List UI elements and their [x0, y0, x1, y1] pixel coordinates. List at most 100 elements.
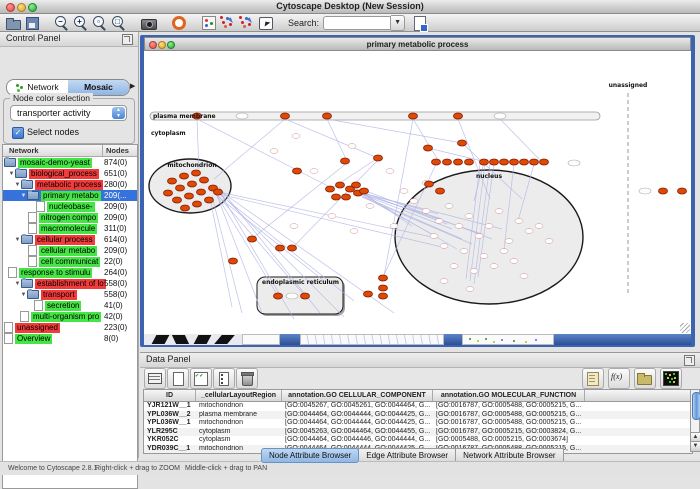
graph-node[interactable] — [678, 188, 687, 194]
save-icon[interactable] — [23, 15, 42, 31]
network-canvas[interactable]: plasma membranecytoplasmmitochondrionnuc… — [144, 51, 691, 334]
background-windows-strip[interactable] — [144, 334, 691, 345]
graph-node[interactable] — [360, 188, 369, 194]
tree-row[interactable]: ▼establishment of lo558(0) — [3, 278, 137, 289]
graph-node[interactable] — [181, 205, 190, 211]
table-row[interactable]: YPL036W__2plasma membrane[GO:0044464, GO… — [144, 411, 692, 420]
dropdown-stepper-icon[interactable]: ▲▼ — [112, 107, 125, 119]
graph-node[interactable] — [188, 181, 197, 187]
tree-row[interactable]: macromolecule311(0) — [3, 223, 137, 234]
tree-row[interactable]: ▼primary metabo209(... — [3, 190, 137, 201]
graph-node[interactable] — [425, 181, 434, 187]
zoom-out-icon[interactable] — [53, 15, 72, 31]
column-header[interactable]: _cellularLayoutRegion — [196, 390, 282, 401]
tree-row[interactable]: cellular metabo209(0) — [3, 245, 137, 256]
load-attributes-icon[interactable] — [634, 368, 656, 389]
disclosure-triangle-icon[interactable]: ▼ — [20, 193, 27, 199]
graph-node[interactable] — [301, 293, 310, 299]
graph-node[interactable] — [274, 293, 283, 299]
tree-node-label[interactable]: multi-organism pro — [31, 312, 101, 322]
network-overview-icon[interactable] — [200, 15, 219, 31]
network-window-titlebar[interactable]: primary metabolic process — [144, 37, 691, 51]
graph-node[interactable] — [659, 188, 668, 194]
graph-node[interactable] — [326, 186, 335, 192]
tree-node-label[interactable]: biological_process — [29, 169, 99, 179]
snapshot-icon[interactable] — [140, 15, 159, 31]
graph-node[interactable] — [432, 159, 441, 165]
tree-node-label[interactable]: establishment of lo — [35, 279, 106, 289]
tree-row[interactable]: ▼transport558(0) — [3, 289, 137, 300]
tree-node-label[interactable]: nucleobase- — [47, 202, 95, 212]
graph-node[interactable] — [379, 285, 388, 291]
network-tree-header[interactable]: Network Nodes — [3, 145, 137, 157]
tree-node-label[interactable]: response to stimulu — [19, 268, 92, 278]
table-scrollbar[interactable]: ▲ ▼ — [690, 389, 700, 452]
tree-row[interactable]: response to stimulu264(0) — [3, 267, 137, 278]
search-options-icon[interactable] — [411, 15, 430, 31]
graph-node[interactable] — [520, 159, 529, 165]
scroll-down-icon[interactable]: ▼ — [691, 441, 700, 451]
graph-node[interactable] — [248, 236, 257, 242]
graph-node[interactable] — [164, 190, 173, 196]
graph-node[interactable] — [332, 194, 341, 200]
scrollbar-thumb[interactable] — [692, 392, 700, 420]
network-view-window[interactable]: primary metabolic process plasma membran… — [140, 35, 695, 347]
graph-node[interactable] — [409, 113, 418, 119]
graph-node[interactable] — [293, 168, 302, 174]
zoom-selected-icon[interactable] — [110, 15, 129, 31]
graph-node[interactable] — [193, 201, 202, 207]
minimize-window-icon[interactable] — [158, 41, 166, 49]
graph-node[interactable] — [276, 245, 285, 251]
tree-node-label[interactable]: cellular metabo — [39, 246, 97, 256]
graph-node[interactable] — [192, 170, 201, 176]
tree-node-label[interactable]: mosaic-demo-yeast — [18, 158, 92, 168]
search-input[interactable] — [323, 16, 391, 30]
tab-node-attribute-browser[interactable]: Node Attribute Browser — [261, 448, 359, 463]
network-from-selection-all-edges-icon[interactable] — [238, 15, 257, 31]
tree-row[interactable]: nitrogen compo209(0) — [3, 212, 137, 223]
tree-row[interactable]: ▼biological_process651(0) — [3, 168, 137, 179]
graph-node[interactable] — [229, 258, 238, 264]
float-panel-icon[interactable] — [122, 34, 133, 45]
table-row[interactable]: YKR052Ccytoplasm[GO:0044464, GO:0044446,… — [144, 436, 692, 445]
graph-node[interactable] — [374, 155, 383, 161]
graph-node[interactable] — [176, 185, 185, 191]
graph-node[interactable] — [336, 182, 345, 188]
tree-node-label[interactable]: primary metabo — [41, 191, 101, 201]
disclosure-triangle-icon[interactable]: ▼ — [14, 237, 21, 243]
tree-node-label[interactable]: unassigned — [15, 323, 60, 333]
annotation-icon[interactable] — [257, 15, 276, 31]
graph-node[interactable] — [200, 177, 209, 183]
attribute-list-icon[interactable] — [213, 368, 235, 389]
attribute-table-icon[interactable] — [144, 368, 166, 389]
column-header[interactable]: ID — [144, 390, 196, 401]
graph-node[interactable] — [480, 159, 489, 165]
tree-node-label[interactable]: nitrogen compo — [39, 213, 98, 223]
matrix-icon[interactable] — [660, 368, 682, 389]
tree-row[interactable]: ▼cellular process614(0) — [3, 234, 137, 245]
select-nodes-checkbox[interactable]: ✓ — [12, 127, 24, 139]
formula-icon[interactable] — [608, 368, 630, 389]
graph-node[interactable] — [364, 291, 373, 297]
table-row[interactable]: YLR295Ccytoplasm[GO:0045263, GO:0044464,… — [144, 428, 692, 437]
help-icon[interactable] — [170, 15, 189, 31]
tree-node-label[interactable]: cellular process — [35, 235, 95, 245]
float-panel-icon[interactable] — [684, 355, 695, 366]
graph-node[interactable] — [205, 197, 214, 203]
graph-node[interactable] — [185, 193, 194, 199]
graph-node[interactable] — [454, 159, 463, 165]
notes-icon[interactable] — [582, 368, 604, 389]
tree-node-label[interactable]: cell communicat — [39, 257, 100, 267]
table-row[interactable]: YJR121W__1mitochondrion[GO:0045267, GO:0… — [144, 402, 692, 411]
graph-node[interactable] — [436, 188, 445, 194]
tree-node-label[interactable]: metabolic process — [35, 180, 103, 190]
tree-node-label[interactable]: secretion — [45, 301, 81, 311]
tree-row[interactable]: cell communicat22(0) — [3, 256, 137, 267]
disclosure-triangle-icon[interactable]: ▼ — [14, 281, 21, 287]
graph-node[interactable] — [454, 113, 463, 119]
graph-node[interactable] — [288, 245, 297, 251]
network-from-selection-icon[interactable] — [219, 15, 238, 31]
graph-node[interactable] — [180, 173, 189, 179]
tree-row[interactable]: Overview8(0) — [3, 333, 137, 344]
open-icon[interactable] — [4, 15, 23, 31]
